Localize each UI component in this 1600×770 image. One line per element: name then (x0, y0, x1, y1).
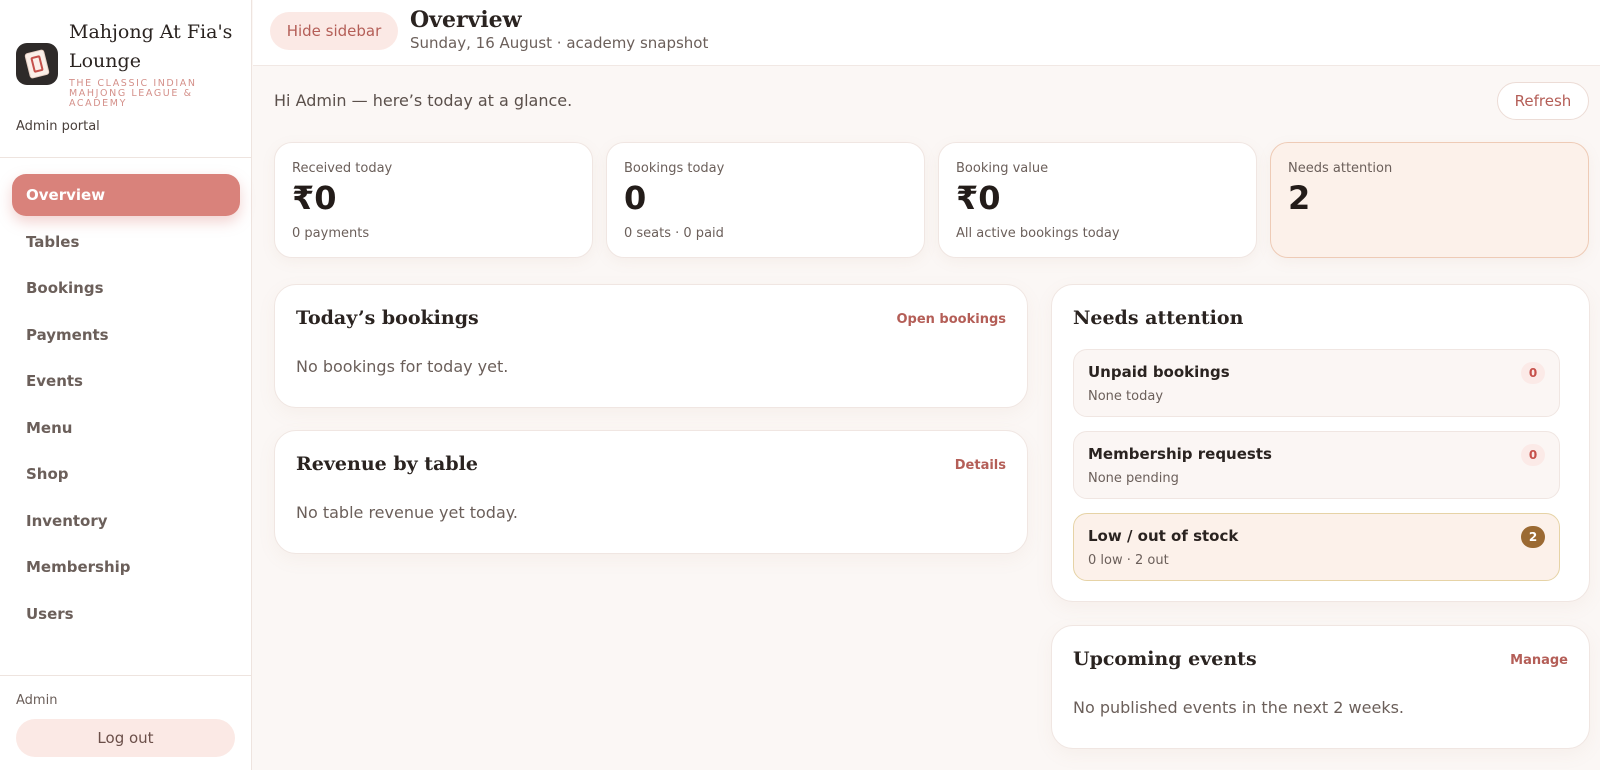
upcoming-events-card: Upcoming events Manage No published even… (1051, 625, 1590, 749)
empty-state-text: No bookings for today yet. (296, 357, 509, 376)
stat-value: 2 (1288, 179, 1311, 217)
sidebar-item-menu[interactable]: Menu (12, 407, 240, 449)
sidebar-divider (0, 157, 252, 158)
card-title: Upcoming events (1073, 648, 1257, 670)
stat-value: ₹0 (292, 179, 337, 217)
stat-label: Bookings today (624, 161, 725, 176)
stat-value: 0 (624, 179, 647, 217)
count-badge: 0 (1521, 444, 1545, 466)
sidebar-item-bookings[interactable]: Bookings (12, 267, 240, 309)
card-title: Today’s bookings (296, 307, 479, 329)
attention-item-subtext: None pending (1088, 471, 1179, 486)
portal-label: Admin portal (16, 119, 100, 134)
sidebar-item-membership[interactable]: Membership (12, 546, 240, 588)
top-bar: Hide sidebar Overview Sunday, 16 August … (253, 0, 1600, 66)
sidebar-nav: Overview Tables Bookings Payments Events… (12, 174, 240, 639)
card-title: Needs attention (1073, 307, 1244, 329)
attention-item-unpaid-bookings[interactable]: Unpaid bookings None today 0 (1073, 349, 1560, 417)
stat-label: Booking value (956, 161, 1049, 176)
attention-item-membership-requests[interactable]: Membership requests None pending 0 (1073, 431, 1560, 499)
attention-item-title: Low / out of stock (1088, 527, 1239, 545)
page-title: Overview (410, 7, 522, 33)
empty-state-text: No table revenue yet today. (296, 503, 519, 522)
sidebar: Mahjong At Fia's Lounge THE CLASSIC INDI… (0, 0, 252, 770)
sidebar-item-payments[interactable]: Payments (12, 314, 240, 356)
user-label: Admin (16, 693, 58, 708)
attention-item-subtext: None today (1088, 389, 1164, 404)
logout-button[interactable]: Log out (16, 719, 235, 757)
stat-card-received-today: Received today ₹0 0 payments (274, 142, 593, 258)
sidebar-item-users[interactable]: Users (12, 593, 240, 635)
brand-tagline: THE CLASSIC INDIAN MAHJONG LEAGUE & ACAD… (69, 78, 197, 109)
attention-item-subtext: 0 low · 2 out (1088, 553, 1169, 568)
sidebar-item-events[interactable]: Events (12, 360, 240, 402)
stat-label: Received today (292, 161, 393, 176)
empty-state-text: No published events in the next 2 weeks. (1073, 698, 1405, 717)
stat-subtext: 0 seats · 0 paid (624, 226, 724, 241)
details-link[interactable]: Details (955, 458, 1006, 473)
attention-item-low-stock[interactable]: Low / out of stock 0 low · 2 out 2 (1073, 513, 1560, 581)
stat-card-booking-value: Booking value ₹0 All active bookings tod… (938, 142, 1257, 258)
mahjong-tile-icon (16, 43, 58, 85)
attention-item-title: Membership requests (1088, 445, 1272, 463)
attention-item-title: Unpaid bookings (1088, 363, 1230, 381)
refresh-button[interactable]: Refresh (1497, 82, 1589, 120)
stat-label: Needs attention (1288, 161, 1393, 176)
stat-subtext: All active bookings today (956, 226, 1120, 241)
stat-card-bookings-today: Bookings today 0 0 seats · 0 paid (606, 142, 925, 258)
sidebar-item-tables[interactable]: Tables (12, 221, 240, 263)
sidebar-item-inventory[interactable]: Inventory (12, 500, 240, 542)
revenue-by-table-card: Revenue by table Details No table revenu… (274, 430, 1028, 554)
stat-subtext: 0 payments (292, 226, 370, 241)
sidebar-item-shop[interactable]: Shop (12, 453, 240, 495)
brand-name: Mahjong At Fia's Lounge (69, 21, 233, 72)
page-subtitle: Sunday, 16 August · academy snapshot (410, 34, 709, 52)
hide-sidebar-button[interactable]: Hide sidebar (270, 12, 398, 50)
card-title: Revenue by table (296, 453, 478, 475)
open-bookings-link[interactable]: Open bookings (896, 312, 1006, 327)
count-badge: 2 (1521, 526, 1545, 548)
sidebar-item-overview[interactable]: Overview (12, 174, 240, 216)
stat-card-needs-attention: Needs attention 2 (1270, 142, 1589, 258)
needs-attention-card: Needs attention Unpaid bookings None tod… (1051, 284, 1590, 602)
todays-bookings-card: Today’s bookings Open bookings No bookin… (274, 284, 1028, 408)
count-badge: 0 (1521, 362, 1545, 384)
greeting-text: Hi Admin — here’s today at a glance. (274, 91, 573, 110)
manage-events-link[interactable]: Manage (1510, 653, 1568, 668)
sidebar-bottom-divider (0, 675, 252, 676)
stat-value: ₹0 (956, 179, 1001, 217)
